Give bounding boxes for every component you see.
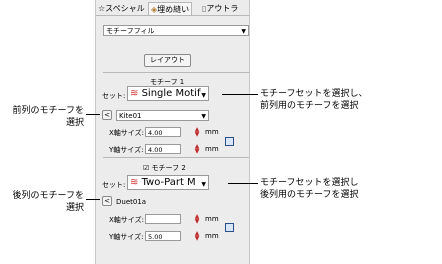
motif2-x-label: X軸サイズ:: [109, 216, 144, 224]
callout-line: [222, 94, 258, 95]
tab-special-label: スペシャル: [105, 4, 145, 13]
motif2-x-unit: mm: [205, 215, 219, 223]
tab-outline-label: アウトラ: [206, 4, 239, 13]
motif2-previous-button[interactable]: <: [102, 196, 112, 206]
annotation-motif2-set: モチーフセットを選択し 後列用のモチーフを選択: [260, 177, 358, 201]
fill-type-value: モチーフフィル: [106, 27, 155, 35]
motif2-y-label: Y軸サイズ:: [109, 233, 144, 241]
annotation-text: 前列用のモチーフを選択: [260, 101, 359, 111]
annotation-motif1-set: モチーフセットを選択し、 前列用のモチーフを選択: [260, 88, 367, 112]
motif2-set-select[interactable]: ≋ Two-Part M ▼: [127, 175, 209, 190]
annotation-text: モチーフセットを選択し、: [260, 89, 368, 99]
tab-fill-label: 埋め縫い: [157, 5, 190, 14]
motif2-value: Duet01a: [116, 198, 147, 206]
motif1-set-label: セット:: [102, 92, 126, 100]
annotation-motif2-prev: 後列のモチーフを 選択: [6, 190, 84, 214]
motif2-y-value: 5.00: [148, 233, 163, 241]
callout-line: [86, 114, 100, 115]
motif-set-icon: ≋: [130, 177, 139, 188]
annotation-motif1-prev: 前列のモチーフを 選択: [6, 105, 84, 129]
annotation-text: 前列のモチーフを: [12, 106, 84, 116]
motif1-y-spinner[interactable]: ▲ ▼: [194, 144, 200, 155]
tab-divider: [96, 15, 249, 16]
motif1-value: Kite01: [119, 112, 142, 120]
checkbox-checked-icon: ☑: [143, 164, 150, 172]
motif2-y-spinner[interactable]: ▲ ▼: [194, 231, 200, 242]
motif1-y-input[interactable]: 4.00: [145, 144, 181, 154]
layout-button-label: レイアウト: [150, 56, 185, 64]
motif2-x-input[interactable]: [145, 214, 181, 224]
properties-panel: ☆スペシャル ◈埋め縫い ▯アウトラ モチーフフィル ▼ レイアウト モチーフ …: [95, 0, 250, 264]
motif1-y-label: Y軸サイズ:: [109, 146, 144, 154]
layout-button[interactable]: レイアウト: [144, 54, 191, 67]
motif-set-icon: ≋: [130, 88, 139, 99]
motif2-checkbox[interactable]: ☑ モチーフ 2: [143, 163, 186, 173]
motif2-set-value: Two-Part M: [141, 177, 196, 188]
motif1-set-select[interactable]: ≋ Single Motif ▼: [127, 86, 209, 101]
tab-outline[interactable]: ▯アウトラ: [202, 2, 238, 15]
motif1-previous-button[interactable]: <: [102, 110, 112, 120]
chevron-left-icon: <: [104, 197, 110, 205]
annotation-text: 選択: [65, 203, 84, 213]
chevron-left-icon: <: [104, 111, 110, 119]
fill-type-select[interactable]: モチーフフィル ▼: [103, 25, 249, 36]
motif2-y-unit: mm: [205, 232, 219, 240]
annotation-text: モチーフセットを選択し: [260, 178, 359, 188]
motif1-x-label: X軸サイズ:: [109, 129, 144, 137]
tab-special[interactable]: ☆スペシャル: [98, 2, 145, 15]
motif2-x-spinner[interactable]: ▲ ▼: [194, 214, 200, 225]
callout-line: [228, 183, 258, 184]
motif1-y-value: 4.00: [148, 146, 163, 154]
motif1-x-input[interactable]: 4.00: [145, 127, 181, 137]
motif2-checkbox-label: モチーフ 2: [151, 164, 186, 172]
motif1-x-value: 4.00: [148, 129, 163, 137]
callout-line: [86, 199, 100, 200]
chevron-down-icon: ▼: [201, 181, 206, 188]
lock-icon[interactable]: [225, 137, 234, 146]
chevron-down-icon: ▼: [201, 113, 206, 120]
tab-fill[interactable]: ◈埋め縫い: [148, 2, 193, 16]
motif1-set-value: Single Motif: [141, 88, 201, 99]
chevron-down-icon: ▼: [201, 92, 206, 99]
lock-icon[interactable]: [225, 223, 234, 232]
motif2-y-input[interactable]: 5.00: [145, 231, 181, 241]
motif1-select[interactable]: Kite01 ▼: [116, 110, 209, 121]
annotation-text: 後列のモチーフを: [12, 191, 84, 201]
annotation-text: 選択: [65, 118, 84, 128]
motif2-set-label: セット:: [102, 181, 126, 189]
chevron-down-icon: ▼: [241, 28, 246, 35]
motif1-y-unit: mm: [205, 145, 219, 153]
motif1-x-unit: mm: [205, 128, 219, 136]
annotation-text: 後列用のモチーフを選択: [260, 190, 359, 200]
section-divider: [103, 72, 249, 73]
motif1-x-spinner[interactable]: ▲ ▼: [194, 127, 200, 138]
section-divider: [103, 157, 249, 158]
